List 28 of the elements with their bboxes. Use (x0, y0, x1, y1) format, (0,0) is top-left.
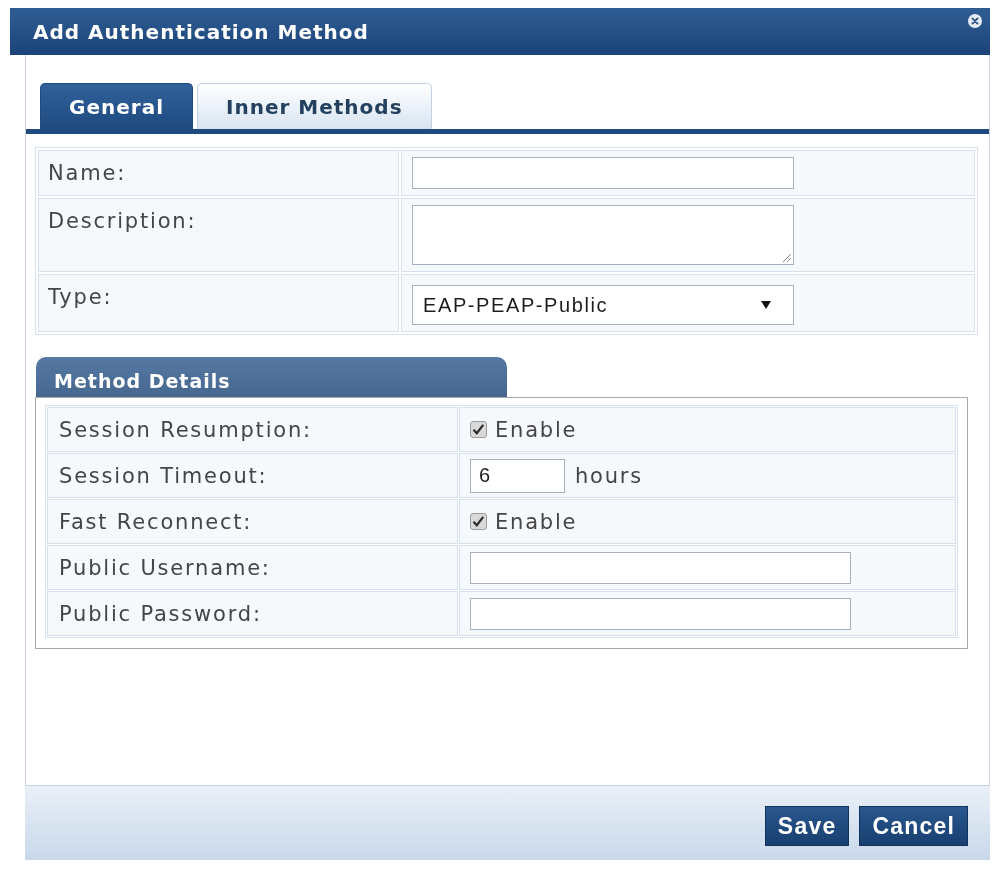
save-button[interactable]: Save (764, 806, 850, 846)
caret-icon (761, 301, 771, 309)
text-field[interactable] (470, 551, 851, 584)
checkbox[interactable] (470, 513, 487, 530)
field-label: Session Timeout: (59, 462, 268, 489)
checkbox-label: Enable (495, 416, 578, 443)
tab[interactable]: Inner Methods (197, 83, 432, 129)
section-header: Method Details (36, 357, 507, 397)
field-label: Name: (48, 161, 127, 185)
close-icon[interactable] (968, 14, 982, 28)
checkbox[interactable] (470, 421, 487, 438)
number-field[interactable]: 6 (470, 458, 565, 493)
unit-label: hours (575, 462, 644, 489)
resize-grip-icon (782, 253, 791, 262)
field-label: Session Resumption: (59, 416, 312, 443)
field-label: Type: (48, 285, 113, 309)
text-field[interactable] (412, 157, 794, 189)
cancel-button[interactable]: Cancel (859, 806, 968, 846)
textarea-field[interactable] (412, 205, 794, 265)
text-field[interactable] (470, 597, 851, 630)
tab[interactable]: General (40, 83, 193, 129)
field-label: Fast Reconnect: (59, 508, 253, 535)
type-select[interactable]: EAP-PEAP-Public (412, 285, 794, 325)
field-label: Public Username: (59, 554, 271, 581)
field-label: Description: (48, 209, 197, 233)
checkbox-label: Enable (495, 508, 578, 535)
field-label: Public Password: (59, 600, 262, 627)
dialog-title: Add Authentication Method (33, 19, 369, 44)
